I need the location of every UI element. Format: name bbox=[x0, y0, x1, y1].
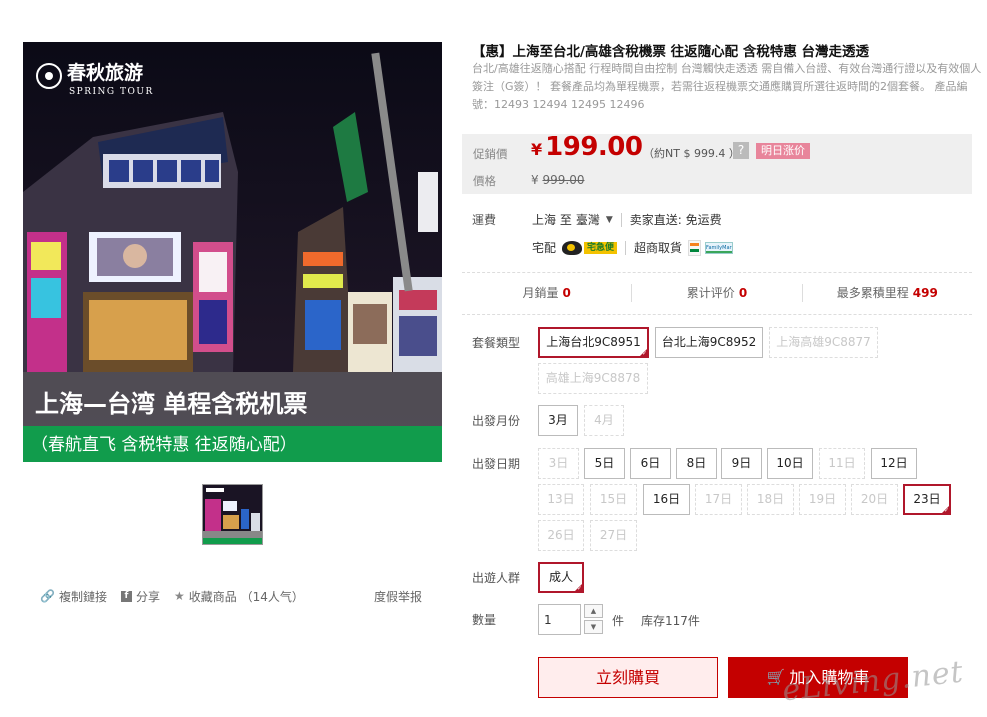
month-option[interactable]: 3月 bbox=[538, 405, 578, 436]
traveler-type-label: 出遊人群 bbox=[472, 571, 521, 585]
date-option[interactable]: 17日 bbox=[695, 484, 742, 515]
monthly-sales-label: 月銷量 bbox=[522, 286, 559, 300]
review-count[interactable]: 累计评价 0 bbox=[632, 284, 803, 302]
orig-currency: ¥ bbox=[531, 173, 539, 187]
product-title: 【惠】上海至台北/高雄含稅機票 往返隨心配 含稅特惠 台灣走透透 bbox=[472, 44, 870, 60]
date-option[interactable]: 12日 bbox=[871, 448, 917, 479]
copy-link-label: 複制鏈接 bbox=[58, 589, 107, 604]
date-option[interactable]: 16日 bbox=[643, 484, 690, 515]
departure-date-label: 出發日期 bbox=[472, 457, 521, 471]
chevron-down-icon[interactable]: ▼ bbox=[606, 215, 613, 225]
date-option[interactable]: 26日 bbox=[538, 520, 584, 551]
star-icon: ★ bbox=[173, 589, 185, 603]
date-option[interactable]: 27日 bbox=[590, 520, 637, 551]
report-link[interactable]: 度假举报 bbox=[374, 588, 422, 605]
quantity-unit: 件 bbox=[612, 614, 625, 628]
banner-sub-text: （春航直飞 含税特惠 往返随心配） bbox=[31, 435, 297, 455]
quantity-decrease-button[interactable]: ▼ bbox=[584, 620, 603, 634]
add-to-cart-label: 加入購物車 bbox=[789, 668, 870, 687]
route-destination-select[interactable]: 臺灣 bbox=[576, 211, 600, 228]
cart-icon: 🛒 bbox=[766, 668, 786, 686]
promo-price-value: 199.00 bbox=[545, 132, 643, 162]
price-rise-tag: 明日涨价 bbox=[756, 143, 810, 159]
ntd-price: （約NT $ 999.4 ） bbox=[643, 147, 740, 160]
date-option[interactable]: 11日 bbox=[819, 448, 865, 479]
monthly-sales: 月銷量 0 bbox=[462, 284, 633, 302]
divider bbox=[462, 314, 972, 315]
copy-link-button[interactable]: 🔗 複制鏈接 bbox=[40, 588, 107, 605]
package-option[interactable]: 上海高雄9C8877 bbox=[769, 327, 878, 358]
share-label: 分享 bbox=[135, 589, 160, 604]
currency-symbol: ¥ bbox=[531, 140, 543, 159]
divider bbox=[620, 212, 622, 227]
home-delivery-label: 宅配 bbox=[532, 241, 557, 255]
share-actions: 🔗 複制鏈接 f 分享 ★ 收藏商品 （14人气） 度假举报 bbox=[40, 586, 430, 606]
monthly-sales-value: 0 bbox=[562, 286, 571, 300]
add-to-cart-button[interactable]: 🛒 加入購物車 bbox=[728, 657, 908, 698]
banner-main-text: 上海—台湾 单程含税机票 bbox=[35, 390, 307, 418]
date-option[interactable]: 6日 bbox=[630, 448, 671, 479]
store-pickup-label: 超商取貨 bbox=[634, 241, 683, 255]
buy-now-button[interactable]: 立刻購買 bbox=[538, 657, 718, 698]
date-option[interactable]: 9日 bbox=[721, 448, 762, 479]
traveler-option[interactable]: 成人 bbox=[538, 562, 584, 593]
favorite-button[interactable]: ★ 收藏商品 （14人气） bbox=[174, 588, 304, 605]
shipping-label: 運費 bbox=[472, 213, 497, 227]
date-option[interactable]: 13日 bbox=[538, 484, 584, 515]
divider bbox=[625, 240, 627, 255]
product-main-image: 春秋旅游 SPRING TOUR 上海—台湾 单程含税机票 （春航直飞 含税特惠… bbox=[23, 42, 442, 462]
date-option[interactable]: 10日 bbox=[767, 448, 813, 479]
product-subtitle: 台北/高雄往返隨心搭配 行程時間自由控制 台灣觸快走透透 需自備入台證、有效台灣… bbox=[472, 62, 982, 111]
facebook-icon: f bbox=[120, 590, 132, 602]
date-option[interactable]: 15日 bbox=[590, 484, 637, 515]
delivery-methods: 宅配 宅急便 超商取貨 FamilyMart bbox=[532, 239, 734, 256]
seven-eleven-logo-icon bbox=[688, 239, 702, 256]
date-option[interactable]: 20日 bbox=[851, 484, 898, 515]
shipping-route: 上海 至 臺灣 ▼ 卖家直送: 免运费 bbox=[532, 211, 722, 228]
quantity-increase-button[interactable]: ▲ bbox=[584, 604, 603, 618]
sales-stats: 月銷量 0 累计评价 0 最多累積里程 499 bbox=[462, 284, 972, 302]
orig-price: ¥ 999.00 bbox=[531, 173, 584, 187]
departure-month-label: 出發月份 bbox=[472, 414, 521, 428]
date-option[interactable]: 8日 bbox=[676, 448, 717, 479]
price-box: 促銷價 ¥ 199.00 （約NT $ 999.4 ） ? 明日涨价 價格 ¥ … bbox=[462, 132, 972, 194]
yamato-logo-text: 宅急便 bbox=[584, 241, 618, 254]
package-option[interactable]: 上海台北9C8951 bbox=[538, 327, 649, 358]
max-mileage: 最多累積里程 499 bbox=[803, 284, 972, 302]
package-option[interactable]: 高雄上海9C8878 bbox=[538, 363, 648, 394]
link-icon: 🔗 bbox=[40, 589, 55, 603]
quantity-label: 數量 bbox=[472, 613, 497, 627]
thumbnail-image[interactable] bbox=[202, 484, 263, 545]
familymart-logo-icon: FamilyMart bbox=[705, 241, 734, 254]
stock-count: 库存117件 bbox=[641, 614, 700, 628]
month-option[interactable]: 4月 bbox=[584, 405, 624, 436]
city-night-photo: 春秋旅游 SPRING TOUR 上海—台湾 单程含税机票 （春航直飞 含税特惠… bbox=[23, 42, 442, 462]
brand-name: 春秋旅游 bbox=[67, 61, 143, 84]
seller-shipping-text: 卖家直送: 免运费 bbox=[629, 213, 722, 227]
quantity-input[interactable] bbox=[538, 604, 581, 635]
thumbnail-photo bbox=[203, 485, 262, 544]
review-count-label: 累计评价 bbox=[686, 286, 735, 300]
date-option[interactable]: 23日 bbox=[903, 484, 951, 515]
divider bbox=[462, 272, 972, 273]
package-type-label: 套餐類型 bbox=[472, 336, 521, 350]
date-option[interactable]: 5日 bbox=[584, 448, 625, 479]
share-button[interactable]: f 分享 bbox=[120, 588, 160, 605]
route-from: 上海 至 bbox=[532, 213, 572, 227]
orig-price-value: 999.00 bbox=[542, 173, 585, 187]
promo-price-label: 促銷價 bbox=[473, 147, 508, 161]
date-option[interactable]: 18日 bbox=[747, 484, 794, 515]
package-option[interactable]: 台北上海9C8952 bbox=[655, 327, 763, 358]
promo-price: ¥ 199.00 bbox=[531, 132, 643, 162]
help-icon[interactable]: ? bbox=[733, 142, 749, 159]
yamato-logo-icon: 宅急便 bbox=[562, 240, 618, 255]
max-mileage-label: 最多累積里程 bbox=[836, 286, 909, 300]
brand-name-en: SPRING TOUR bbox=[69, 87, 154, 97]
max-mileage-value: 499 bbox=[912, 286, 938, 300]
orig-price-label: 價格 bbox=[473, 174, 496, 188]
date-option[interactable]: 3日 bbox=[538, 448, 579, 479]
review-count-value: 0 bbox=[738, 286, 748, 300]
date-option[interactable]: 19日 bbox=[799, 484, 846, 515]
favorite-label: 收藏商品 （14人气） bbox=[188, 589, 304, 604]
